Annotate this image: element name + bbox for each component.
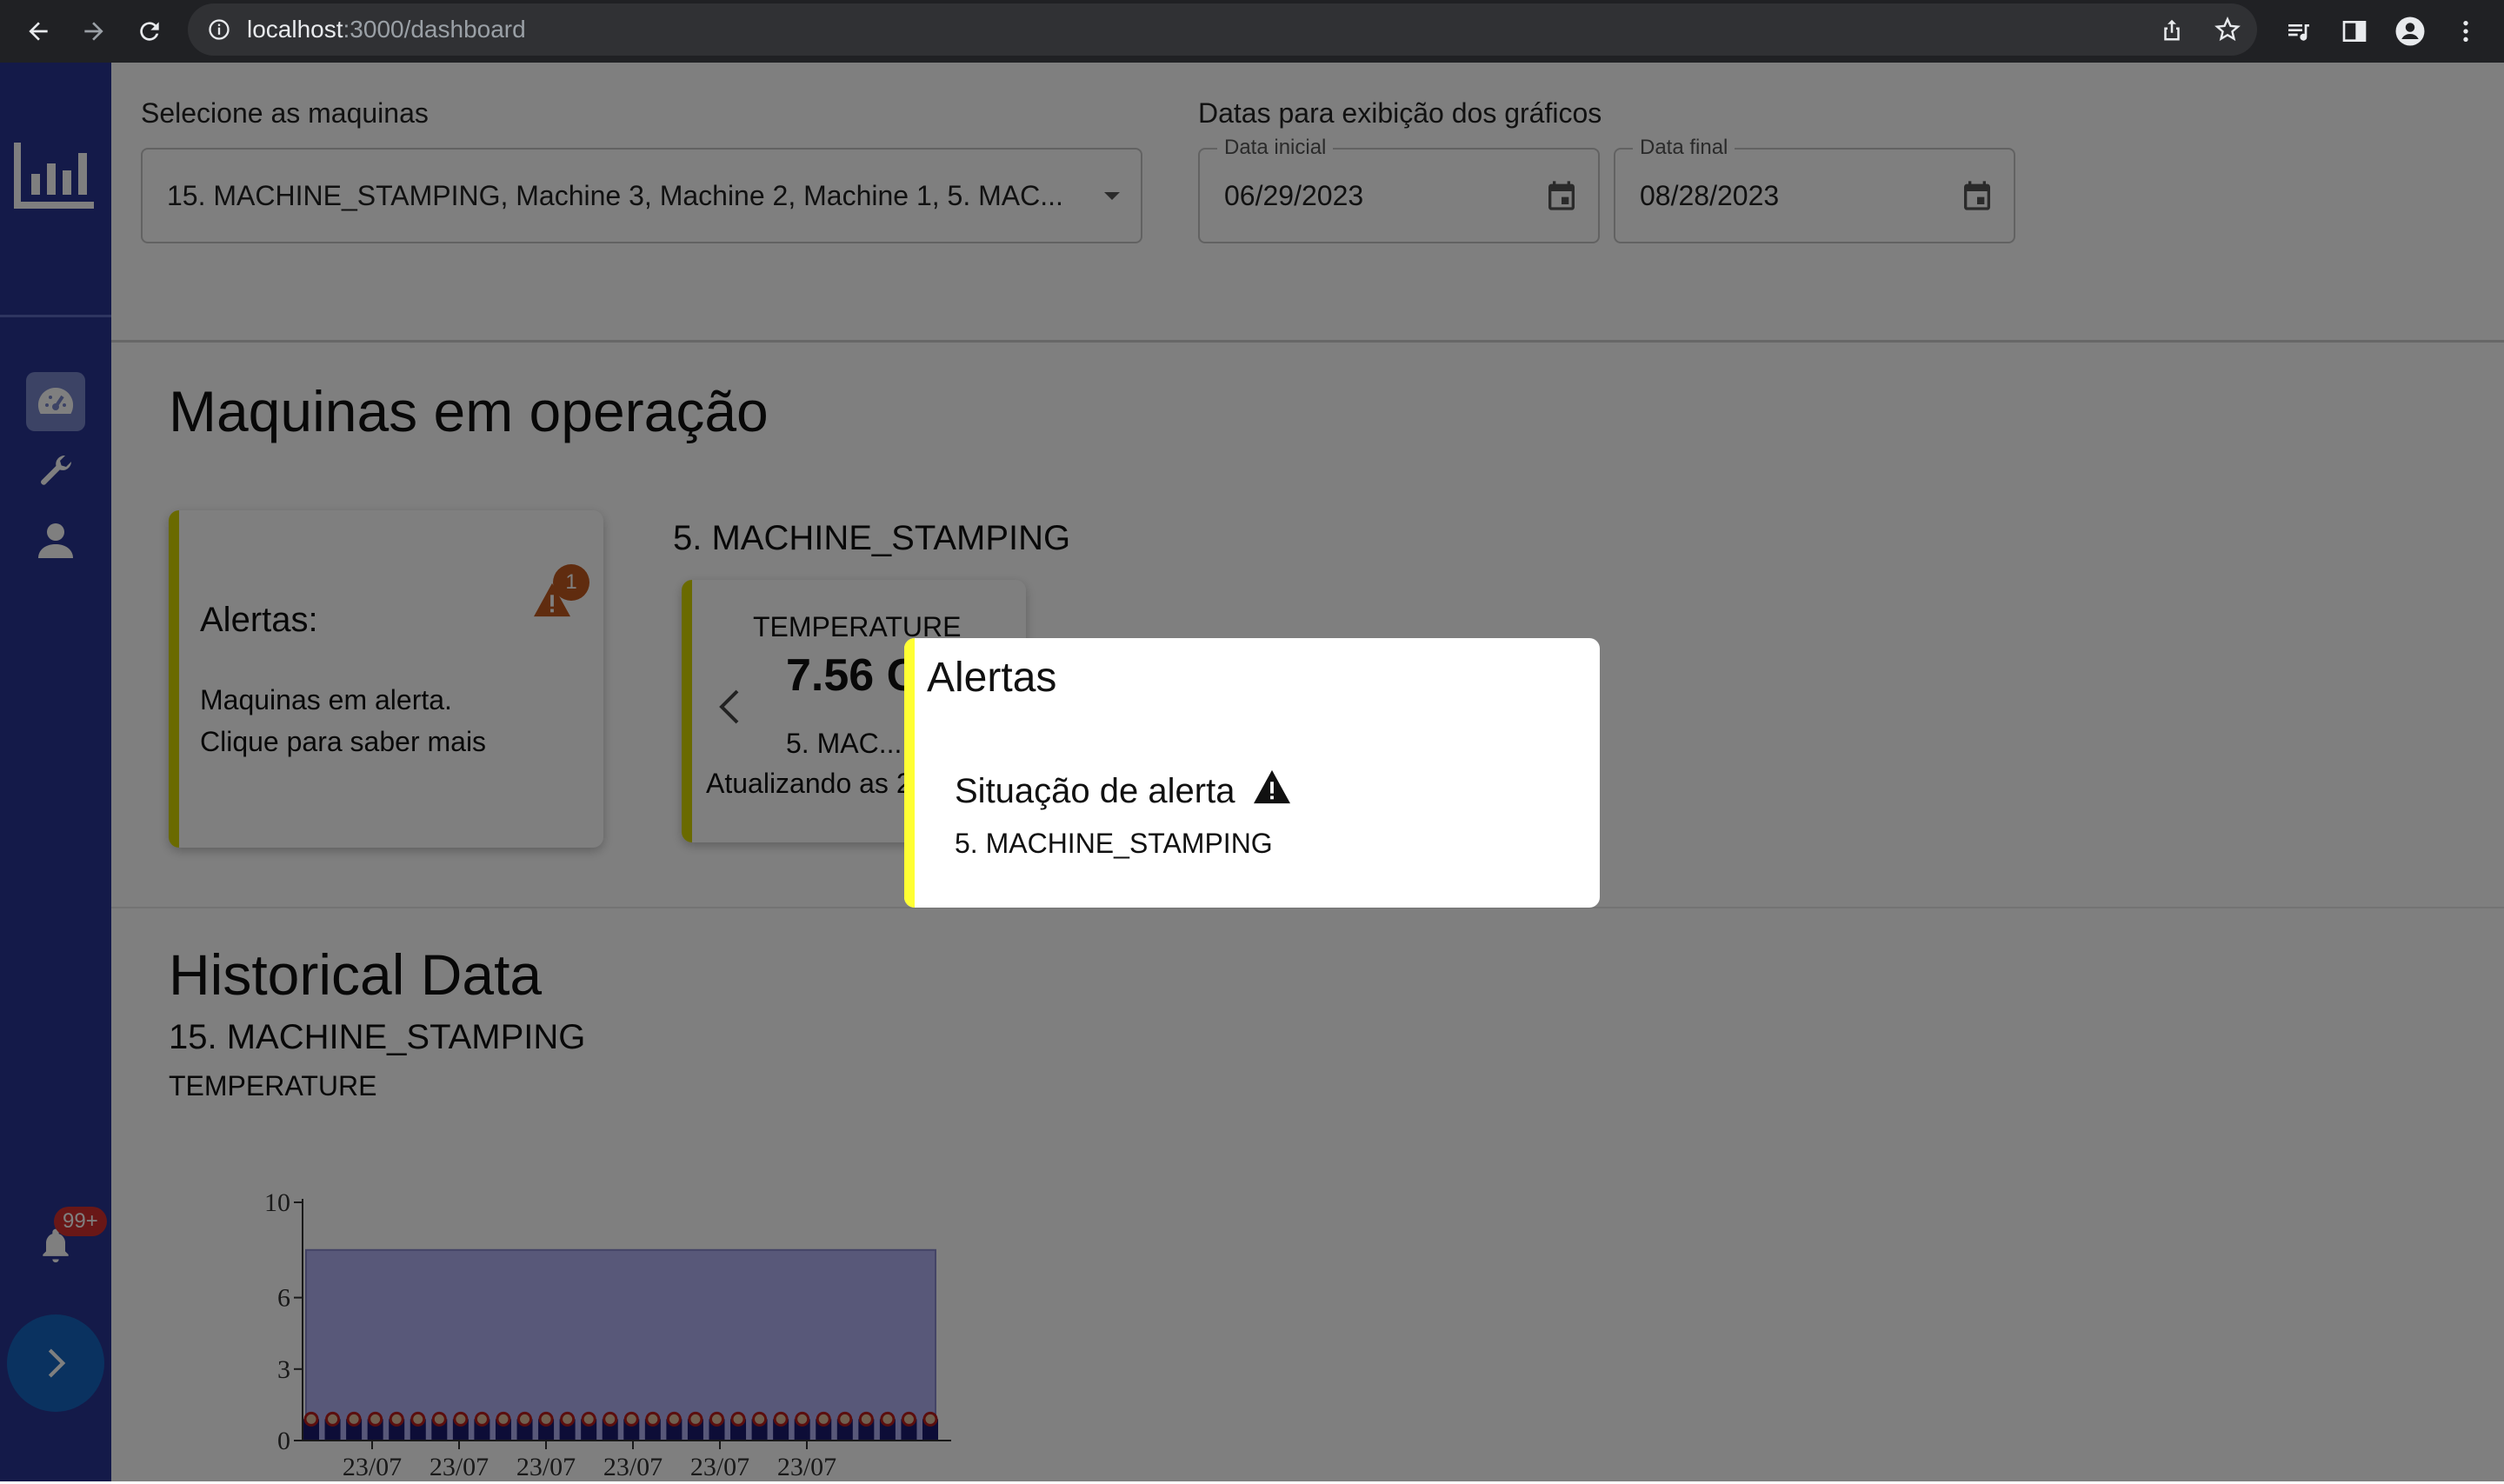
url-text[interactable]: localhost:3000/dashboard: [247, 3, 526, 56]
side-panel-icon[interactable]: [2334, 10, 2375, 52]
menu-dots-icon[interactable]: [2445, 10, 2487, 52]
profile-icon[interactable]: [2389, 10, 2431, 52]
alert-machine-name: 5. MACHINE_STAMPING: [955, 828, 1273, 859]
browser-toolbar: localhost:3000/dashboard: [0, 0, 2504, 63]
alert-situation-label: Situação de alerta: [955, 772, 1235, 810]
forward-icon[interactable]: [71, 9, 117, 54]
warning-icon: [1254, 769, 1290, 804]
alerts-modal: Alertas Situação de alerta 5. MACHINE_ST…: [904, 638, 1600, 908]
share-icon[interactable]: [2151, 9, 2193, 50]
modal-color-bar: [904, 638, 915, 908]
bookmark-star-icon[interactable]: [2207, 9, 2248, 50]
back-icon[interactable]: [16, 9, 61, 54]
info-icon[interactable]: [207, 17, 231, 42]
address-bar[interactable]: localhost:3000/dashboard: [188, 3, 2257, 56]
reading-list-icon[interactable]: [2278, 10, 2320, 52]
reload-icon[interactable]: [127, 9, 172, 54]
modal-title: Alertas: [927, 655, 1057, 701]
